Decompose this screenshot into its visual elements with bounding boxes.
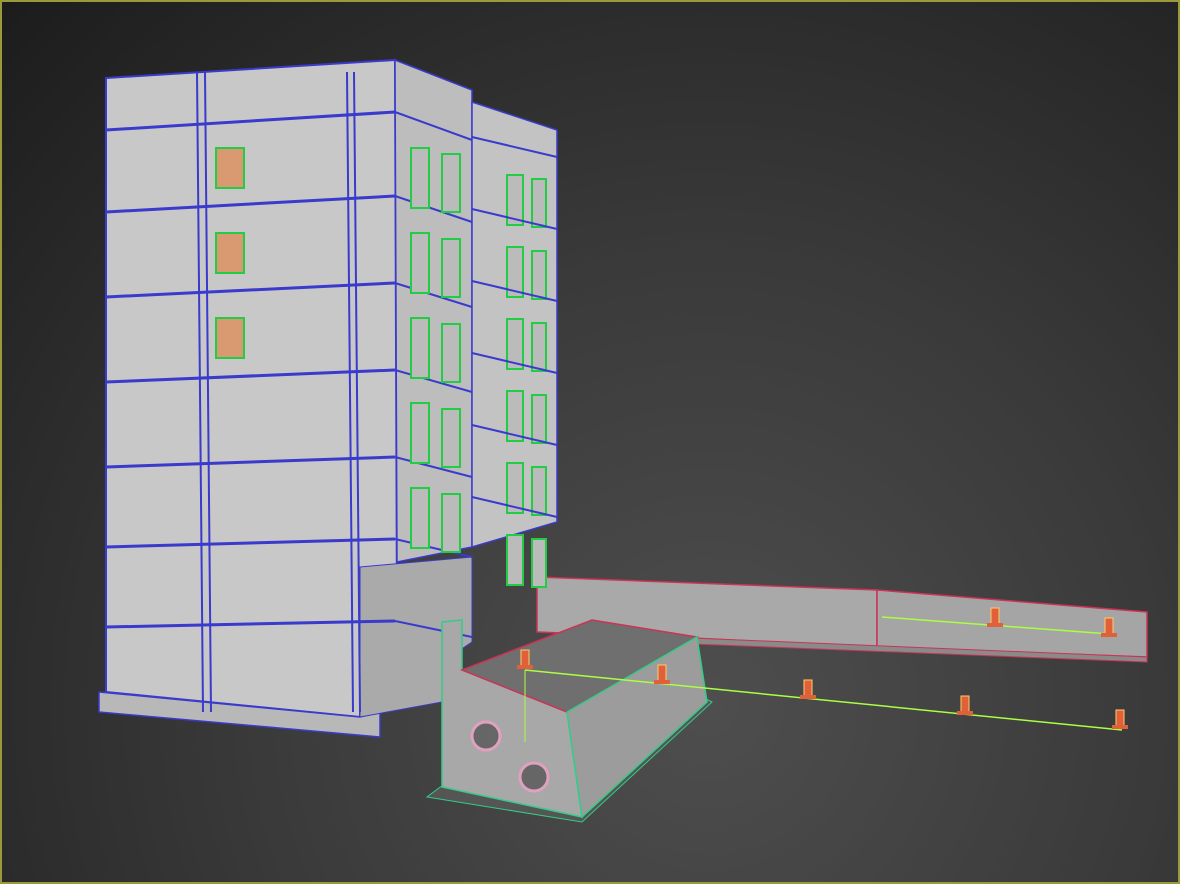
pipe-peg: [1104, 617, 1114, 635]
pipe-opening: [518, 761, 550, 793]
window: [215, 147, 245, 189]
window: [215, 232, 245, 274]
window: [441, 408, 461, 468]
underground-tank: [425, 619, 713, 823]
pipe-peg-base: [654, 680, 670, 684]
window: [506, 534, 524, 586]
window: [410, 147, 430, 209]
pipe-peg: [960, 695, 970, 713]
pipe-peg-base: [957, 711, 973, 715]
window: [410, 487, 430, 549]
window: [410, 402, 430, 464]
pipe-peg-base: [987, 623, 1003, 627]
pipe-opening: [470, 720, 502, 752]
3d-viewport[interactable]: [0, 0, 1180, 884]
window: [441, 323, 461, 383]
window: [531, 178, 547, 228]
pipe-peg-base: [1101, 633, 1117, 637]
window: [410, 317, 430, 379]
pipe-peg-base: [800, 695, 816, 699]
pipe-peg-base: [517, 665, 533, 669]
window: [441, 493, 461, 553]
scene-render: [98, 58, 1148, 823]
window: [441, 238, 461, 298]
pipe-peg: [990, 607, 1000, 625]
window: [441, 153, 461, 213]
window: [215, 317, 245, 359]
window: [531, 250, 547, 300]
building-main: [98, 58, 473, 738]
window: [531, 394, 547, 444]
pipe-peg: [803, 679, 813, 697]
pipe-peg: [520, 649, 530, 667]
window: [410, 232, 430, 294]
pipe-peg: [657, 664, 667, 682]
pipe-peg-base: [1112, 725, 1128, 729]
window: [531, 322, 547, 372]
building-annex: [471, 100, 558, 588]
window: [531, 538, 547, 588]
window: [531, 466, 547, 516]
pipe-peg: [1115, 709, 1125, 727]
